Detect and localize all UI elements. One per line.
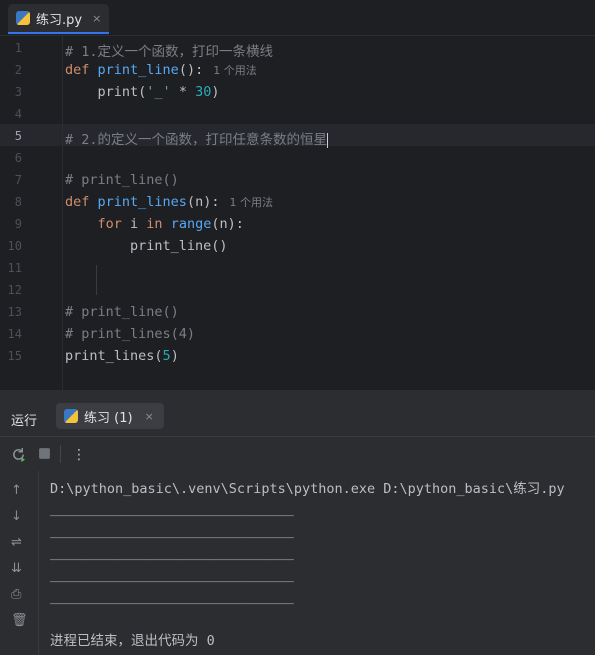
line-number: 13 [7, 305, 22, 319]
line-number: 15 [7, 349, 22, 363]
line-number: 3 [14, 85, 22, 99]
line-number: 4 [14, 107, 22, 121]
gutter-separator [62, 36, 63, 390]
line-number: 11 [7, 261, 22, 275]
scroll-down-icon[interactable]: ↓ [11, 509, 22, 524]
file-tab-label: 练习.py [36, 12, 83, 28]
console-output-line: ______________________________ [50, 523, 294, 539]
trash-icon[interactable]: 🗑 [11, 613, 28, 628]
line-number: 10 [7, 239, 22, 253]
scroll-up-icon[interactable]: ↑ [11, 483, 22, 498]
code-line-14: # print_lines(4) [65, 326, 196, 342]
code-line-2: def print_line(): 1 个用法 [65, 62, 257, 78]
code-line-13: # print_line() [65, 304, 179, 320]
code-line-1: # 1.定义一个函数，打印一条横线 [65, 44, 274, 60]
print-icon[interactable]: ⎙ [11, 587, 21, 602]
toolbar-separator [60, 445, 61, 463]
run-panel-header: 运行 练习 (1) × [0, 393, 595, 437]
line-number: 6 [14, 151, 22, 165]
indent-guide [96, 265, 97, 295]
code-line-8: def print_lines(n): 1 个用法 [65, 194, 273, 210]
console-exit-message: 进程已结束，退出代码为 0 [50, 633, 215, 649]
line-number: 7 [14, 173, 22, 187]
code-line-7: # print_line() [65, 172, 179, 188]
close-run-tab-icon[interactable]: × [145, 410, 154, 423]
code-editor[interactable]: 1 2 3 4 5 6 7 8 9 10 11 12 13 14 15 # 1.… [0, 36, 595, 390]
line-number: 9 [14, 217, 22, 231]
console-output-line: ______________________________ [50, 545, 294, 561]
line-number: 5 [14, 129, 22, 143]
code-line-9: for i in range(n): [97, 216, 244, 232]
file-tab[interactable]: 练习.py × [8, 4, 110, 34]
more-options-icon[interactable]: ⋮ [72, 447, 86, 463]
console-output[interactable]: ↑ ↓ ⇌ ⇊ ⎙ 🗑 D:\python_basic\.venv\Script… [0, 471, 595, 655]
rerun-icon[interactable] [11, 447, 26, 466]
console-command: D:\python_basic\.venv\Scripts\python.exe… [50, 481, 565, 497]
soft-wrap-icon[interactable]: ⇌ [11, 535, 22, 550]
editor-tab-bar: 练习.py × [0, 0, 595, 36]
usage-hint[interactable]: 1 个用法 [229, 196, 273, 209]
console-output-line: ______________________________ [50, 589, 294, 605]
stop-icon[interactable] [38, 447, 51, 464]
run-config-tab[interactable]: 练习 (1) × [56, 403, 164, 429]
scroll-to-end-icon[interactable]: ⇊ [11, 561, 22, 576]
console-output-line: ______________________________ [50, 567, 294, 583]
code-line-3: print('_' * 30) [97, 84, 220, 100]
console-side-toolbar: ↑ ↓ ⇌ ⇊ ⎙ 🗑 [0, 471, 39, 655]
run-toolbar: ⋮ [0, 437, 595, 471]
line-number-gutter: 1 2 3 4 5 6 7 8 9 10 11 12 13 14 15 [0, 36, 60, 390]
run-tab-label: 练习 (1) [84, 410, 133, 426]
python-file-icon [16, 11, 30, 25]
code-line-5: # 2.的定义一个函数，打印任意条数的恒星 [65, 132, 329, 148]
usage-hint[interactable]: 1 个用法 [213, 64, 257, 77]
console-output-line: ______________________________ [50, 501, 294, 517]
text-caret [327, 132, 329, 148]
run-panel-title: 运行 [11, 414, 38, 429]
code-line-10: print_line() [130, 238, 228, 254]
python-file-icon [64, 409, 78, 423]
line-number: 8 [14, 195, 22, 209]
line-number: 14 [7, 327, 22, 341]
line-number: 1 [14, 41, 22, 55]
line-number: 12 [7, 283, 22, 297]
code-line-15: print_lines(5) [65, 348, 179, 364]
close-tab-icon[interactable]: × [92, 12, 101, 25]
line-number: 2 [14, 63, 22, 77]
